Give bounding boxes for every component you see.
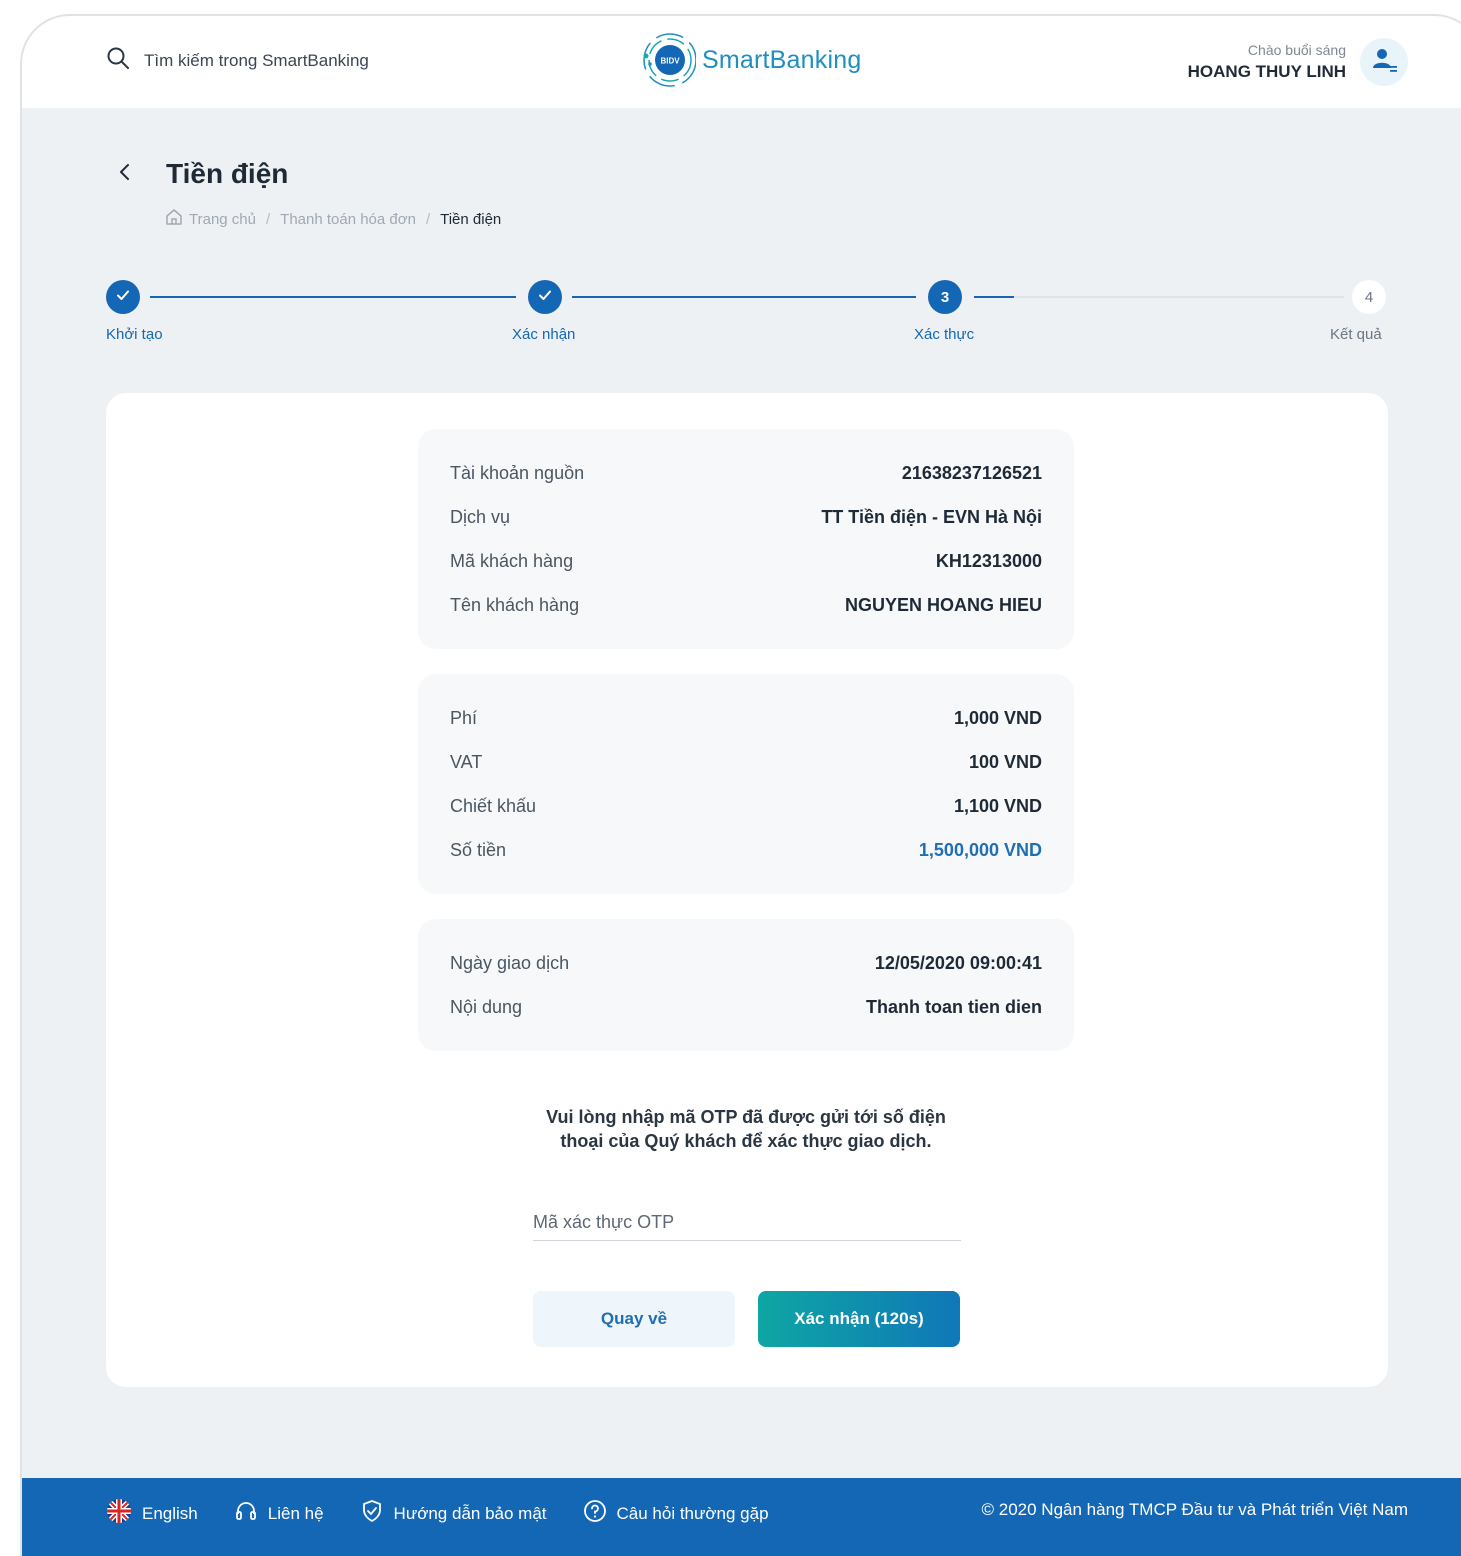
- discount-value: 1,100 VND: [953, 795, 1042, 816]
- search-icon: [106, 46, 130, 75]
- detail-row: Mã khách hàng KH12313000: [450, 539, 1042, 583]
- breadcrumb-home-label[interactable]: Trang chủ: [189, 211, 256, 228]
- contact-label[interactable]: Liên hệ: [268, 1504, 324, 1524]
- detail-label: Số tiền: [450, 839, 507, 860]
- progress-stepper: 3 4 Khởi tạo Xác nhận Xác thực Kết quả: [106, 280, 1388, 350]
- detail-label: Tên khách hàng: [450, 594, 580, 615]
- logo-text: SmartBanking: [702, 45, 862, 74]
- otp-instruction: Vui lòng nhập mã OTP đã được gửi tới số …: [418, 1105, 1074, 1153]
- breadcrumb-current: Tiền điện: [440, 210, 502, 228]
- detail-label: Mã khách hàng: [450, 550, 574, 571]
- detail-row: Số tiền 1,500,000 VND: [450, 828, 1042, 872]
- fee-value: 1,000 VND: [953, 707, 1042, 728]
- back-button[interactable]: Quay về: [533, 1291, 735, 1347]
- confirm-button[interactable]: Xác nhận (120s): [758, 1291, 960, 1347]
- breadcrumb-separator: /: [425, 210, 431, 228]
- language-switch[interactable]: English: [106, 1498, 198, 1529]
- check-icon: [115, 287, 131, 307]
- app-window: Tìm kiếm trong SmartBanking BIDV SmartBa…: [22, 16, 1461, 1556]
- greeting-text: Chào buổi sáng: [1247, 42, 1346, 58]
- breadcrumb-separator: /: [265, 210, 271, 228]
- footer-links: English Liên hệ Hướng dẫn bảo mật Câu hỏ…: [106, 1498, 769, 1529]
- headset-icon: [234, 1499, 258, 1528]
- otp-instruction-line1: Vui lòng nhập mã OTP đã được gửi tới số …: [546, 1107, 946, 1127]
- home-icon: [165, 208, 183, 230]
- transaction-info-box: Ngày giao dịch 12/05/2020 09:00:41 Nội d…: [418, 919, 1074, 1051]
- footer: English Liên hệ Hướng dẫn bảo mật Câu hỏ…: [22, 1478, 1461, 1556]
- customer-code-value: KH12313000: [935, 550, 1042, 571]
- step-connector: [572, 296, 916, 298]
- detail-label: Ngày giao dịch: [450, 952, 570, 973]
- step-2-label: Xác nhận: [512, 326, 576, 343]
- user-panel: Chào buổi sáng HOANG THUY LINH: [1188, 38, 1408, 86]
- detail-label: Tài khoản nguồn: [450, 462, 585, 483]
- language-label[interactable]: English: [142, 1504, 198, 1524]
- question-circle-icon: [583, 1499, 607, 1528]
- breadcrumb: Trang chủ / Thanh toán hóa đơn / Tiền đi…: [165, 208, 501, 230]
- detail-row: Nội dung Thanh toan tien dien: [450, 985, 1042, 1029]
- confirmation-card: Tài khoản nguồn 21638237126521 Dịch vụ T…: [106, 393, 1388, 1387]
- user-icon: [1369, 45, 1399, 80]
- step-connector: [1014, 296, 1344, 298]
- logo-badge-text: BIDV: [660, 57, 680, 66]
- contact-link[interactable]: Liên hệ: [234, 1499, 324, 1528]
- amount-info-box: Phí 1,000 VND VAT 100 VND Chiết khấu 1,1…: [418, 674, 1074, 894]
- breadcrumb-home[interactable]: Trang chủ: [165, 208, 256, 230]
- detail-row: Chiết khấu 1,100 VND: [450, 784, 1042, 828]
- source-account-value: 21638237126521: [901, 462, 1042, 483]
- step-1-circle: [106, 280, 140, 314]
- detail-row: Phí 1,000 VND: [450, 696, 1042, 740]
- detail-row: VAT 100 VND: [450, 740, 1042, 784]
- step-1-label: Khởi tạo: [106, 326, 163, 343]
- page-title: Tiền điện: [166, 158, 289, 189]
- breadcrumb-bill-payment[interactable]: Thanh toán hóa đơn: [280, 211, 416, 228]
- page-title-row: Tiền điện: [118, 158, 288, 190]
- vat-value: 100 VND: [968, 751, 1042, 772]
- otp-instruction-line2: thoại của Quý khách để xác thực giao dịc…: [560, 1131, 932, 1151]
- copyright-text: © 2020 Ngân hàng TMCP Đầu tư và Phát tri…: [981, 1500, 1408, 1519]
- detail-row: Ngày giao dịch 12/05/2020 09:00:41: [450, 941, 1042, 985]
- step-connector: [150, 296, 516, 298]
- step-connector: [974, 296, 1014, 298]
- detail-row: Tên khách hàng NGUYEN HOANG HIEU: [450, 583, 1042, 627]
- faq-link[interactable]: Câu hỏi thường gặp: [583, 1499, 769, 1528]
- amount-value: 1,500,000 VND: [918, 839, 1042, 860]
- detail-row: Tài khoản nguồn 21638237126521: [450, 451, 1042, 495]
- detail-label: Dịch vụ: [450, 506, 511, 527]
- account-info-box: Tài khoản nguồn 21638237126521 Dịch vụ T…: [418, 429, 1074, 649]
- content-value: Thanh toan tien dien: [866, 996, 1042, 1017]
- chevron-left-icon: [118, 162, 132, 187]
- security-guide-label[interactable]: Hướng dẫn bảo mật: [394, 1504, 547, 1524]
- user-name: HOANG THUY LINH: [1187, 62, 1346, 81]
- security-guide-link[interactable]: Hướng dẫn bảo mật: [360, 1499, 547, 1528]
- faq-label[interactable]: Câu hỏi thường gặp: [617, 1504, 769, 1524]
- detail-label: Chiết khấu: [450, 795, 537, 816]
- search-bar[interactable]: Tìm kiếm trong SmartBanking: [106, 46, 369, 75]
- back-chevron-button[interactable]: [118, 162, 136, 186]
- check-icon: [537, 287, 553, 307]
- search-placeholder[interactable]: Tìm kiếm trong SmartBanking: [144, 51, 369, 71]
- step-4-label: Kết quả: [1330, 326, 1382, 343]
- top-header: Tìm kiếm trong SmartBanking BIDV SmartBa…: [22, 16, 1461, 108]
- step-3-circle: 3: [928, 280, 962, 314]
- detail-label: Nội dung: [450, 996, 523, 1017]
- bidv-logo-icon: BIDV: [640, 32, 697, 88]
- step-2-circle: [528, 280, 562, 314]
- detail-label: VAT: [450, 751, 483, 772]
- uk-flag-icon: [106, 1498, 132, 1529]
- bidv-logo: BIDV SmartBanking: [640, 32, 861, 88]
- detail-label: Phí: [450, 707, 478, 728]
- step-3-label: Xác thực: [914, 326, 975, 343]
- user-avatar-button[interactable]: [1360, 38, 1408, 86]
- service-value: TT Tiền điện - EVN Hà Nội: [821, 506, 1042, 527]
- step-4-circle: 4: [1352, 280, 1386, 314]
- detail-row: Dịch vụ TT Tiền điện - EVN Hà Nội: [450, 495, 1042, 539]
- shield-check-icon: [360, 1499, 384, 1528]
- customer-name-value: NGUYEN HOANG HIEU: [844, 594, 1042, 615]
- transaction-date-value: 12/05/2020 09:00:41: [874, 952, 1042, 973]
- otp-input[interactable]: [533, 1205, 961, 1241]
